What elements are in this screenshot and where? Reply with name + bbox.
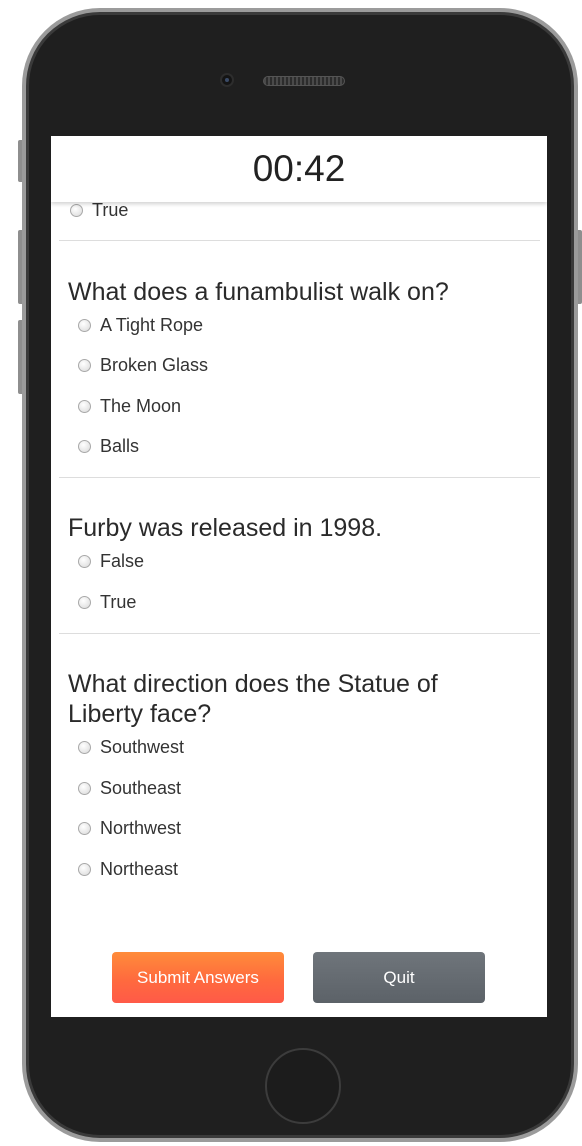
answer-label: Northwest (100, 817, 182, 838)
radio-button[interactable] (78, 318, 91, 332)
answer-label: False (100, 550, 145, 571)
question-text: What does a funambulist walk on? (68, 278, 449, 306)
radio-button[interactable] (78, 595, 91, 609)
radio-button[interactable] (78, 821, 91, 835)
radio-button[interactable] (78, 399, 91, 413)
radio-button[interactable] (78, 740, 91, 754)
device-mockup: 00:42 True What does a funambulist walk … (0, 0, 582, 1146)
answer-option[interactable]: The Moon (78, 395, 181, 417)
radio-button[interactable] (78, 439, 91, 453)
answer-option[interactable]: Southwest (78, 736, 184, 758)
answer-option[interactable]: Balls (78, 435, 139, 457)
question-text: What direction does the Statue of Libert… (68, 670, 438, 728)
answer-option[interactable]: Southeast (78, 777, 181, 799)
question-divider (59, 240, 540, 241)
answer-option[interactable]: A Tight Rope (78, 314, 203, 336)
answer-label: True (92, 199, 129, 220)
timer-header: 00:42 (51, 136, 547, 202)
submit-answers-label: Submit Answers (137, 967, 259, 987)
question-divider (59, 477, 540, 478)
quit-label: Quit (383, 967, 415, 987)
radio-button[interactable] (78, 781, 91, 795)
answer-label: Northeast (100, 858, 179, 879)
answer-label: A Tight Rope (100, 314, 204, 335)
answer-option[interactable]: False (78, 550, 144, 572)
submit-answers-button[interactable]: Submit Answers (112, 952, 284, 1003)
timer-value: 00:42 (252, 148, 346, 189)
radio-button[interactable] (78, 358, 91, 372)
earpiece-speaker (263, 76, 345, 86)
app-screen: 00:42 True What does a funambulist walk … (51, 136, 547, 1017)
answer-label: The Moon (100, 395, 182, 416)
quit-button[interactable]: Quit (313, 952, 485, 1003)
answer-option[interactable]: Broken Glass (78, 354, 208, 376)
answer-option[interactable]: Northeast (78, 858, 178, 880)
radio-button[interactable] (78, 554, 91, 568)
answer-option[interactable]: True (70, 199, 128, 221)
question-text: Furby was released in 1998. (68, 514, 383, 542)
radio-button[interactable] (70, 203, 83, 217)
answer-label: Balls (100, 435, 140, 456)
answer-option[interactable]: Northwest (78, 817, 181, 839)
answer-label: Southeast (100, 777, 182, 798)
answer-option[interactable]: True (78, 591, 136, 613)
question-divider (59, 633, 540, 634)
home-button[interactable] (265, 1048, 341, 1124)
front-camera-icon (220, 73, 234, 87)
answer-label: True (100, 591, 137, 612)
radio-button[interactable] (78, 862, 91, 876)
answer-label: Broken Glass (100, 354, 209, 375)
answer-label: Southwest (100, 736, 185, 757)
